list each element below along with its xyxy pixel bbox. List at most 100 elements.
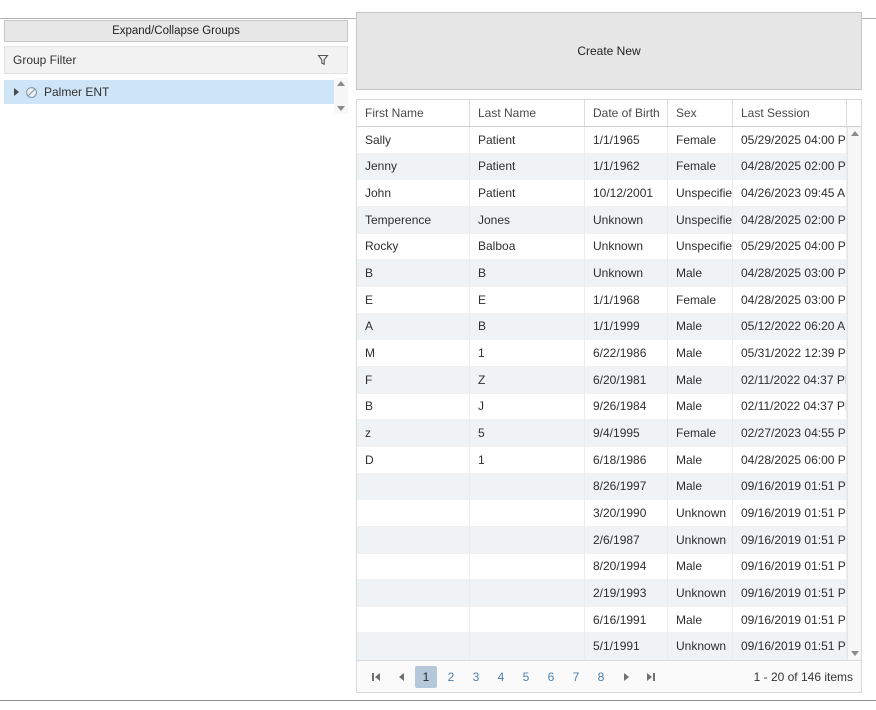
tree-item-palmer-ent[interactable]: Palmer ENT [4,80,334,104]
table-cell: 9/26/1984 [585,394,668,421]
table-row[interactable]: 2/6/1987Unknown09/16/2019 01:51 PM [357,527,847,554]
table-cell: 1/1/1962 [585,154,668,181]
table-cell: Male [668,394,733,421]
patients-panel: Create New First NameLast NameDate of Bi… [356,12,862,693]
table-cell: 2/6/1987 [585,527,668,554]
table-cell: E [470,287,585,314]
table-cell: Unknown [668,580,733,607]
page-number-6[interactable]: 6 [540,666,562,688]
tree-scrollbar[interactable] [334,78,348,114]
page-number-8[interactable]: 8 [590,666,612,688]
table-cell: 6/20/1981 [585,367,668,394]
last-page-button[interactable] [640,666,662,688]
scroll-up-icon[interactable] [851,131,859,136]
page-number-4[interactable]: 4 [490,666,512,688]
table-cell: 09/16/2019 01:51 PM [733,527,847,554]
table-cell: 6/18/1986 [585,447,668,474]
table-cell: Patient [470,154,585,181]
table-row[interactable]: SallyPatient1/1/1965Female05/29/2025 04:… [357,127,847,154]
table-row[interactable]: 3/20/1990Unknown09/16/2019 01:51 PM [357,500,847,527]
table-cell [357,527,470,554]
table-cell: Male [668,607,733,634]
scroll-down-icon[interactable] [851,651,859,656]
table-cell: Male [668,367,733,394]
table-cell: 6/16/1991 [585,607,668,634]
table-cell: Balboa [470,234,585,261]
column-header[interactable]: Last Session [733,100,847,126]
expand-collapse-groups-button[interactable]: Expand/Collapse Groups [4,20,348,42]
grid-body: SallyPatient1/1/1965Female05/29/2025 04:… [357,127,861,660]
table-cell: Unknown [668,633,733,660]
table-row[interactable]: 2/19/1993Unknown09/16/2019 01:51 PM [357,580,847,607]
table-cell [357,580,470,607]
table-cell [357,633,470,660]
tree-expand-triangle-right-icon[interactable] [14,88,19,96]
table-cell: Unknown [585,207,668,234]
first-page-icon [375,673,380,681]
table-cell: Unknown [668,500,733,527]
column-header[interactable]: First Name [357,100,470,126]
table-row[interactable]: BJ9/26/1984Male02/11/2022 04:37 PM [357,394,847,421]
table-cell: 8/26/1997 [585,474,668,501]
table-cell [470,554,585,581]
page-number-1[interactable]: 1 [415,666,437,688]
table-row[interactable]: 5/1/1991Unknown09/16/2019 01:51 PM [357,633,847,660]
table-cell: 2/19/1993 [585,580,668,607]
table-row[interactable]: z59/4/1995Female02/27/2023 04:55 PM [357,420,847,447]
table-cell [470,527,585,554]
first-page-button[interactable] [365,666,387,688]
table-row[interactable]: D16/18/1986Male04/28/2025 06:00 PM [357,447,847,474]
table-cell: E [357,287,470,314]
table-cell: 5/1/1991 [585,633,668,660]
create-new-button[interactable]: Create New [356,12,862,90]
table-cell: Z [470,367,585,394]
table-cell: 1 [470,340,585,367]
table-cell: Male [668,340,733,367]
table-cell: 05/29/2025 04:00 PM [733,234,847,261]
column-header[interactable]: Date of Birth [585,100,668,126]
table-cell: J [470,394,585,421]
table-cell: 04/28/2025 03:00 PM [733,287,847,314]
table-row[interactable]: JohnPatient10/12/2001Unspecified04/26/20… [357,180,847,207]
table-cell: 1 [470,447,585,474]
page-number-list: 12345678 [415,666,612,688]
table-cell: Patient [470,127,585,154]
table-cell: D [357,447,470,474]
table-row[interactable]: 8/26/1997Male09/16/2019 01:51 PM [357,474,847,501]
table-row[interactable]: FZ6/20/1981Male02/11/2022 04:37 PM [357,367,847,394]
table-row[interactable]: 8/20/1994Male09/16/2019 01:51 PM [357,554,847,581]
last-page-icon [647,673,652,681]
table-row[interactable]: EE1/1/1968Female04/28/2025 03:00 PM [357,287,847,314]
table-cell [357,607,470,634]
table-row[interactable]: RockyBalboaUnknownUnspecified05/29/2025 … [357,234,847,261]
table-cell: Female [668,127,733,154]
table-row[interactable]: JennyPatient1/1/1962Female04/28/2025 02:… [357,154,847,181]
page-number-3[interactable]: 3 [465,666,487,688]
next-page-button[interactable] [615,666,637,688]
group-filter-bar[interactable]: Group Filter [4,46,348,74]
scroll-down-icon[interactable] [337,106,345,111]
table-row[interactable]: M16/22/1986Male05/31/2022 12:39 PM [357,340,847,367]
first-page-icon [372,673,374,681]
table-cell: z [357,420,470,447]
table-cell: B [470,314,585,341]
page-number-2[interactable]: 2 [440,666,462,688]
column-header[interactable]: Last Name [470,100,585,126]
table-row[interactable]: AB1/1/1999Male05/12/2022 06:20 AM [357,314,847,341]
grid-pager: 12345678 1 - 20 of 146 items [357,660,861,692]
grid-vertical-scrollbar[interactable] [847,127,861,660]
table-cell [357,554,470,581]
table-cell: M [357,340,470,367]
table-cell: 04/26/2023 09:45 AM [733,180,847,207]
table-cell: Male [668,314,733,341]
scroll-up-icon[interactable] [337,81,345,86]
table-row[interactable]: TemperenceJonesUnknownUnspecified04/28/2… [357,207,847,234]
page-number-7[interactable]: 7 [565,666,587,688]
table-cell: Unknown [585,260,668,287]
table-row[interactable]: 6/16/1991Male09/16/2019 01:51 PM [357,607,847,634]
filter-funnel-icon[interactable] [317,54,329,66]
page-number-5[interactable]: 5 [515,666,537,688]
previous-page-button[interactable] [390,666,412,688]
column-header[interactable]: Sex [668,100,733,126]
table-row[interactable]: BBUnknownMale04/28/2025 03:00 PM [357,260,847,287]
